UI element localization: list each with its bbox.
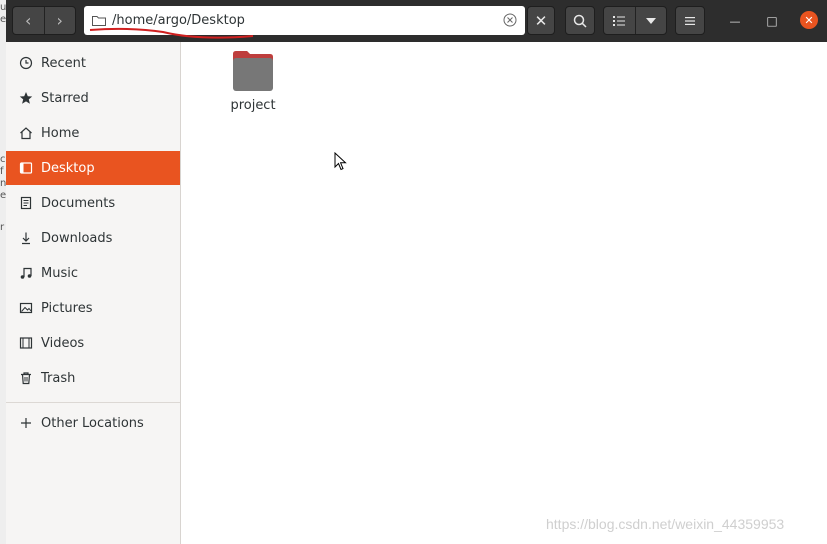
- plus-icon: [18, 415, 34, 431]
- sidebar-item-label: Recent: [41, 55, 86, 71]
- video-icon: [18, 335, 34, 351]
- mouse-pointer-icon: [334, 152, 347, 171]
- list-view-button[interactable]: [604, 7, 635, 34]
- sidebar-item-pictures[interactable]: Pictures: [6, 291, 180, 325]
- picture-icon: [18, 300, 34, 316]
- sidebar-item-label: Starred: [41, 90, 89, 106]
- triangle-down-icon: [645, 17, 656, 24]
- home-icon: [18, 125, 34, 141]
- clock-icon: [18, 55, 34, 71]
- file-item-project[interactable]: project: [223, 50, 283, 113]
- watermark-text: https://blog.csdn.net/weixin_44359953: [546, 516, 785, 532]
- close-icon: ✕: [804, 13, 814, 27]
- music-icon: [18, 265, 34, 281]
- folder-icon: [92, 16, 106, 26]
- folder-icon: [233, 51, 273, 91]
- file-manager-window: ‹ › /home/argo/Desktop ✕ — □ ✕ Recent St…: [6, 0, 827, 544]
- minimize-icon: —: [729, 14, 741, 28]
- sidebar-item-label: Home: [41, 125, 80, 141]
- forward-button[interactable]: ›: [45, 7, 76, 34]
- sidebar-item-label: Other Locations: [41, 415, 144, 431]
- sidebar-item-label: Pictures: [41, 300, 93, 316]
- file-name: project: [230, 98, 276, 113]
- navigation-group: ‹ ›: [12, 6, 76, 35]
- sidebar-item-downloads[interactable]: Downloads: [6, 221, 180, 255]
- sidebar-item-label: Downloads: [41, 230, 113, 246]
- sidebar-item-videos[interactable]: Videos: [6, 326, 180, 360]
- sidebar-item-starred[interactable]: Starred: [6, 81, 180, 115]
- back-button[interactable]: ‹: [13, 7, 44, 34]
- search-icon: [573, 14, 587, 28]
- view-dropdown-button[interactable]: [636, 7, 667, 34]
- sidebar-item-label: Desktop: [41, 160, 95, 176]
- sidebar-item-label: Videos: [41, 335, 85, 351]
- clear-circle-icon[interactable]: [503, 13, 517, 27]
- sidebar-item-trash[interactable]: Trash: [6, 361, 180, 395]
- document-icon: [18, 195, 34, 211]
- chevron-left-icon: ‹: [25, 11, 32, 30]
- sidebar-item-other-locations[interactable]: Other Locations: [6, 406, 180, 440]
- list-icon: [613, 15, 626, 26]
- maximize-button[interactable]: □: [762, 11, 782, 31]
- desktop-icon: [18, 160, 34, 176]
- sidebar-item-label: Music: [41, 265, 78, 281]
- chevron-right-icon: ›: [56, 11, 63, 30]
- close-icon: ✕: [534, 11, 548, 30]
- main-menu-button[interactable]: [675, 6, 705, 35]
- file-view: project https://blog.csdn.net/weixin_443…: [181, 42, 827, 544]
- places-sidebar: Recent Starred Home Desktop Documents Do…: [6, 42, 181, 544]
- sidebar-item-home[interactable]: Home: [6, 116, 180, 150]
- star-icon: [18, 90, 34, 106]
- sidebar-item-label: Trash: [41, 370, 76, 386]
- sidebar-item-label: Documents: [41, 195, 116, 211]
- search-button[interactable]: [565, 6, 595, 35]
- minimize-button[interactable]: —: [725, 11, 745, 31]
- window-close-button[interactable]: ✕: [800, 11, 818, 29]
- sidebar-item-documents[interactable]: Documents: [6, 186, 180, 220]
- maximize-icon: □: [766, 14, 778, 28]
- sidebar-divider: [6, 402, 180, 403]
- hamburger-icon: [685, 16, 695, 25]
- download-icon: [18, 230, 34, 246]
- header-bar: ‹ › /home/argo/Desktop ✕ — □ ✕: [6, 0, 827, 42]
- sidebar-item-recent[interactable]: Recent: [6, 46, 180, 80]
- sidebar-item-desktop[interactable]: Desktop: [6, 151, 180, 185]
- red-annotation-underline: [89, 27, 254, 39]
- sidebar-item-music[interactable]: Music: [6, 256, 180, 290]
- view-options-group: [603, 6, 667, 35]
- trash-icon: [18, 370, 34, 386]
- close-location-button[interactable]: ✕: [527, 6, 555, 35]
